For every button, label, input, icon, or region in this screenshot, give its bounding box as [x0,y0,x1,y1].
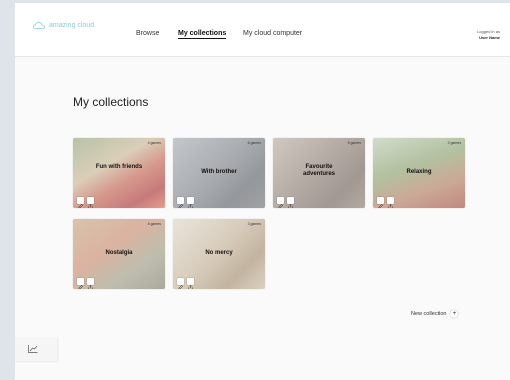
game-count: 6 games [247,141,261,145]
logo[interactable]: amazing cloud [32,20,94,30]
plus-icon: + [450,310,459,318]
edit-icon[interactable] [77,197,84,208]
user-info[interactable]: Logged in as User Name [477,29,500,41]
edit-icon[interactable] [377,197,384,208]
side-panel[interactable] [15,337,57,361]
game-count: 3 games [247,222,261,226]
collection-name: Favourite adventures [302,164,335,177]
share-icon[interactable] [187,278,194,289]
logo-text: amazing cloud [49,21,95,29]
page-title: My collections [73,95,149,109]
game-count: 4 games [147,222,161,226]
collection-card[interactable]: 4 games Fun with friends [73,138,165,208]
edit-icon[interactable] [77,278,84,289]
collection-name: Fun with friends [95,164,143,170]
cloud-icon [32,21,46,29]
collection-name: No mercy [205,250,233,256]
collection-card[interactable]: 2 games Relaxing [373,138,465,208]
share-icon[interactable] [87,278,94,289]
game-count: 2 games [447,141,461,145]
collection-card[interactable]: 4 games Nostalgia [73,219,165,289]
app-window: amazing cloud Browse My collections My c… [15,3,510,380]
nav-my-collections[interactable]: My collections [178,30,227,39]
chart-icon[interactable] [27,344,39,354]
edit-icon[interactable] [177,197,184,208]
edit-icon[interactable] [177,278,184,289]
share-icon[interactable] [87,197,94,208]
share-icon[interactable] [187,197,194,208]
nav-my-cloud-computer[interactable]: My cloud computer [243,30,302,37]
game-count: 5 games [347,141,361,145]
top-navigation-bar: amazing cloud Browse My collections My c… [15,3,510,57]
collection-name: Relaxing [406,169,432,175]
share-icon[interactable] [287,197,294,208]
game-count: 4 games [147,141,161,145]
edit-icon[interactable] [277,197,284,208]
collection-name: With brother [201,169,237,175]
collection-card[interactable]: 6 games With brother [173,138,265,208]
new-collection-button[interactable]: New collection + [411,310,459,318]
share-icon[interactable] [387,197,394,208]
new-collection-label: New collection [411,311,447,317]
collection-card[interactable]: 3 games No mercy [173,219,265,289]
collection-card[interactable]: 5 games Favourite adventures [273,138,365,208]
collection-name: Nostalgia [105,250,133,256]
user-name: User Name [479,35,500,40]
nav-browse[interactable]: Browse [136,30,159,37]
